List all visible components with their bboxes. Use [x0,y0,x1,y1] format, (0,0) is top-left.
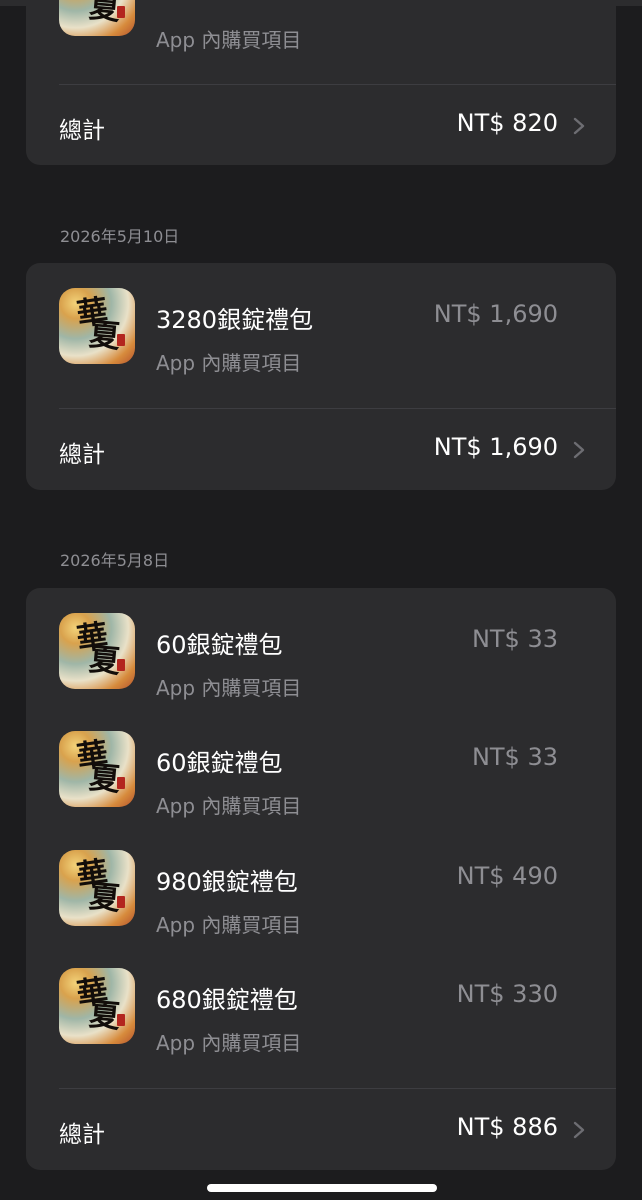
purchase-item[interactable]: 華 夏 980銀錠禮包 App 內購買項目 NT$ 490 [26,825,616,937]
total-label: 總計 [59,442,105,468]
purchase-item[interactable]: 華 夏 App 內購買項目 [26,0,616,80]
item-title: 3280銀錠禮包 [156,306,314,334]
date-header: 2026年5月8日 [60,551,170,570]
chevron-right-icon [573,441,585,459]
total-label: 總計 [59,118,105,144]
app-icon: 華 夏 [59,850,135,926]
app-icon-logo: 華 夏 [74,617,122,681]
item-subtitle: App 內購買項目 [156,28,302,52]
item-title: 680銀錠禮包 [156,986,298,1014]
chevron-right-icon [573,117,585,135]
item-subtitle: App 內購買項目 [156,351,302,375]
purchase-group-card: 華 夏 3280銀錠禮包 App 內購買項目 NT$ 1,690 總計 NT$ … [26,263,616,490]
item-title: 60銀錠禮包 [156,631,283,659]
total-amount: NT$ 820 [456,109,558,137]
purchase-group-card: 華 夏 60銀錠禮包 App 內購買項目 NT$ 33 華 夏 60銀錠禮包 A… [26,588,616,1170]
purchase-item[interactable]: 華 夏 60銀錠禮包 App 內購買項目 NT$ 33 [26,588,616,700]
item-title: 60銀錠禮包 [156,749,283,777]
app-icon: 華 夏 [59,0,135,36]
seal-mark [117,659,125,671]
item-price: NT$ 1,690 [433,300,558,328]
item-price: NT$ 33 [471,625,558,653]
seal-mark [117,334,125,346]
item-subtitle: App 內購買項目 [156,913,302,937]
seal-mark [117,1014,125,1026]
total-label: 總計 [59,1122,105,1148]
total-amount: NT$ 1,690 [433,433,558,461]
app-icon-logo: 華 夏 [74,292,122,356]
app-icon-logo: 華 夏 [74,735,122,799]
total-amount: NT$ 886 [456,1113,558,1141]
total-row[interactable]: 總計 NT$ 1,690 [26,409,616,489]
item-subtitle: App 內購買項目 [156,794,302,818]
app-icon-logo: 華 夏 [74,972,122,1036]
app-icon-logo: 華 夏 [74,854,122,918]
total-row[interactable]: 總計 NT$ 820 [26,85,616,165]
seal-mark [117,896,125,908]
item-price: NT$ 490 [456,862,558,890]
item-price: NT$ 33 [471,743,558,771]
item-subtitle: App 內購買項目 [156,676,302,700]
purchase-item[interactable]: 華 夏 680銀錠禮包 App 內購買項目 NT$ 330 [26,943,616,1055]
home-indicator[interactable] [207,1184,437,1192]
purchase-item[interactable]: 華 夏 60銀錠禮包 App 內購買項目 NT$ 33 [26,706,616,818]
app-icon: 華 夏 [59,968,135,1044]
item-subtitle: App 內購買項目 [156,1031,302,1055]
item-price: NT$ 330 [456,980,558,1008]
purchase-item[interactable]: 華 夏 3280銀錠禮包 App 內購買項目 NT$ 1,690 [26,263,616,375]
date-header: 2026年5月10日 [60,227,180,246]
total-row[interactable]: 總計 NT$ 886 [26,1089,616,1169]
chevron-right-icon [573,1121,585,1139]
item-title: 980銀錠禮包 [156,868,298,896]
purchase-group-card: 華 夏 App 內購買項目 總計 NT$ 820 [26,0,616,165]
app-icon: 華 夏 [59,731,135,807]
app-icon: 華 夏 [59,288,135,364]
seal-mark [117,777,125,789]
seal-mark [117,6,125,18]
app-icon: 華 夏 [59,613,135,689]
